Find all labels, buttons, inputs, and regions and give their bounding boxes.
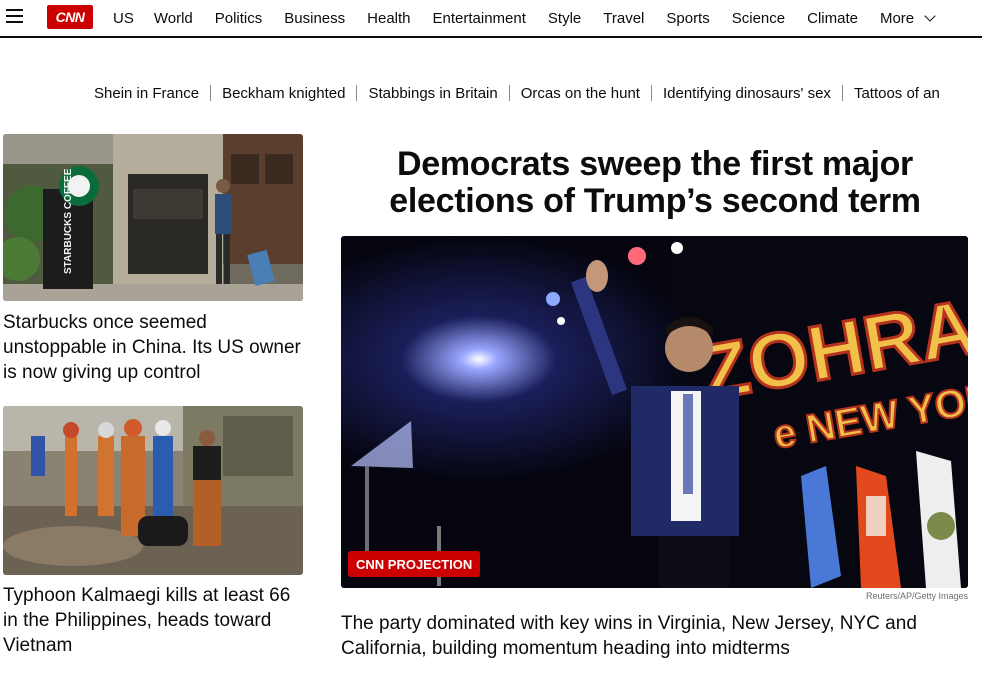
section-nav: US World Politics Business Health Entert… — [113, 0, 936, 36]
starbucks-sign-text: STARBUCKS COFFEE — [63, 168, 74, 274]
nav-travel[interactable]: Travel — [603, 10, 644, 27]
trending-item[interactable]: Orcas on the hunt — [521, 85, 640, 102]
divider — [841, 85, 843, 101]
nav-style[interactable]: Style — [548, 10, 581, 27]
cnn-logo[interactable]: CNN — [47, 5, 93, 29]
nav-health[interactable]: Health — [367, 10, 410, 27]
logo-text: CNN — [55, 9, 85, 25]
menu-icon[interactable] — [6, 9, 23, 23]
starbucks-story-image[interactable]: STARBUCKS COFFEE — [3, 134, 303, 301]
top-nav: CNN US World Politics Business Health En… — [0, 0, 982, 36]
nav-politics[interactable]: Politics — [215, 10, 263, 27]
main-subheadline[interactable]: The party dominated with key wins in Vir… — [341, 611, 973, 661]
trending-item[interactable]: Shein in France — [94, 85, 199, 102]
nav-us[interactable]: US — [113, 10, 134, 27]
nav-climate[interactable]: Climate — [807, 10, 858, 27]
typhoon-headline[interactable]: Typhoon Kalmaegi kills at least 66 in th… — [3, 583, 303, 658]
divider — [210, 85, 212, 101]
trending-item[interactable]: Beckham knighted — [222, 85, 345, 102]
main-story-image[interactable]: ZOHRA e NEW YORK — [341, 236, 968, 588]
trending-item[interactable]: Tattoos of an — [854, 85, 940, 102]
photo-credit: Reuters/AP/Getty Images — [865, 591, 968, 601]
nav-divider — [0, 36, 982, 38]
nav-business[interactable]: Business — [284, 10, 345, 27]
divider — [508, 85, 510, 101]
typhoon-story-image[interactable] — [3, 406, 303, 575]
main-headline[interactable]: Democrats sweep the first major election… — [342, 146, 968, 220]
trending-item[interactable]: Identifying dinosaurs' sex — [663, 85, 831, 102]
nav-world[interactable]: World — [154, 10, 193, 27]
nav-more-label: More — [879, 9, 915, 27]
nav-more[interactable]: More — [879, 9, 936, 27]
nav-sports[interactable]: Sports — [666, 10, 709, 27]
nav-science[interactable]: Science — [732, 10, 785, 27]
nav-entertainment[interactable]: Entertainment — [433, 10, 526, 27]
chevron-down-icon — [924, 9, 936, 22]
divider — [650, 85, 652, 101]
divider — [356, 85, 358, 101]
trending-item[interactable]: Stabbings in Britain — [368, 85, 497, 102]
starbucks-headline[interactable]: Starbucks once seemed unstoppable in Chi… — [3, 310, 303, 385]
trending-bar: Shein in France Beckham knighted Stabbin… — [94, 82, 982, 104]
cnn-projection-badge[interactable]: CNN PROJECTION — [348, 551, 481, 577]
